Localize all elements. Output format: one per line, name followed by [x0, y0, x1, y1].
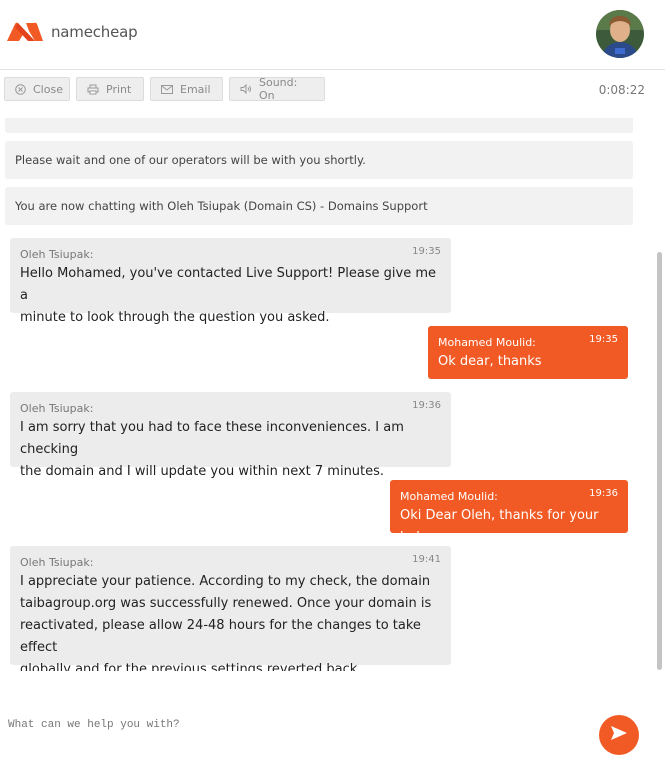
message-line: the domain and I will update you within … — [20, 464, 385, 479]
message-line: Ok dear, thanks — [438, 354, 542, 369]
system-message: Please wait and one of our operators wil… — [5, 141, 633, 179]
message-sender: Oleh Tsiupak: — [20, 248, 94, 261]
message-time: 19:41 — [412, 554, 441, 565]
message-time: 19:36 — [589, 488, 618, 499]
message-line: Hello Mohamed, you've contacted Live Sup… — [20, 266, 437, 303]
system-message-partial — [5, 118, 633, 133]
email-button-label: Email — [180, 82, 211, 96]
namecheap-logo-icon — [7, 22, 43, 41]
message-line: I am sorry that you had to face these in… — [20, 420, 404, 457]
operator-avatar — [596, 10, 644, 58]
namecheap-logo: namecheap — [5, 21, 138, 43]
message-time: 19:35 — [589, 334, 618, 345]
message-text: I am sorry that you had to face these in… — [20, 417, 441, 483]
chat-timer: 0:08:22 — [598, 83, 645, 97]
message-text: Oki Dear Oleh, thanks for your help — [400, 505, 618, 549]
send-arrow-icon — [610, 725, 628, 746]
message-line: reactivated, please allow 24-48 hours fo… — [20, 618, 421, 655]
operator-message: Oleh Tsiupak: 19:35 Hello Mohamed, you'v… — [10, 238, 451, 325]
chat-transcript[interactable]: Please wait and one of our operators wil… — [0, 118, 655, 671]
system-message: You are now chatting with Oleh Tsiupak (… — [5, 187, 633, 225]
envelope-icon — [161, 84, 173, 94]
message-line: Oki Dear Oleh, thanks for your help — [400, 508, 599, 545]
user-message: Mohamed Moulid: 19:36 Oki Dear Oleh, tha… — [390, 480, 628, 545]
message-sender: Oleh Tsiupak: — [20, 402, 94, 415]
operator-message: Oleh Tsiupak: 19:36 I am sorry that you … — [10, 392, 451, 479]
send-button[interactable] — [599, 715, 639, 755]
message-line: I appreciate your patience. According to… — [20, 574, 431, 589]
email-button[interactable]: Email — [150, 77, 223, 101]
chat-scrollbar-thumb[interactable] — [657, 252, 662, 670]
logo-text: namecheap — [51, 23, 138, 41]
chat-header: namecheap — [0, 0, 665, 70]
close-button-label: Close — [33, 82, 63, 96]
message-time: 19:35 — [412, 246, 441, 257]
operator-message: Oleh Tsiupak: 19:41 I appreciate your pa… — [10, 546, 451, 671]
message-line: globally and for the previous settings r… — [20, 662, 362, 671]
message-time: 19:36 — [412, 400, 441, 411]
message-line: minute to look through the question you … — [20, 310, 330, 325]
speaker-icon — [240, 84, 252, 94]
message-line: taibagroup.org was successfully renewed.… — [20, 596, 432, 611]
message-sender: Oleh Tsiupak: — [20, 556, 94, 569]
chat-toolbar: Close Print Email Sound: On 0:08:22 — [0, 71, 665, 117]
message-text: Hello Mohamed, you've contacted Live Sup… — [20, 263, 441, 329]
close-button[interactable]: Close — [4, 77, 70, 101]
print-button[interactable]: Print — [76, 77, 144, 101]
sound-toggle-button[interactable]: Sound: On — [229, 76, 325, 102]
chat-message-input[interactable] — [8, 710, 568, 740]
message-sender: Mohamed Moulid: — [400, 490, 498, 503]
printer-icon — [87, 84, 99, 95]
print-button-label: Print — [106, 82, 132, 96]
message-text: Ok dear, thanks — [438, 351, 618, 373]
sound-button-label: Sound: On — [259, 76, 298, 102]
close-circle-icon — [15, 83, 26, 95]
chat-input-area — [0, 700, 665, 767]
user-message: Mohamed Moulid: 19:35 Ok dear, thanks — [428, 326, 628, 379]
message-text: I appreciate your patience. According to… — [20, 571, 441, 671]
